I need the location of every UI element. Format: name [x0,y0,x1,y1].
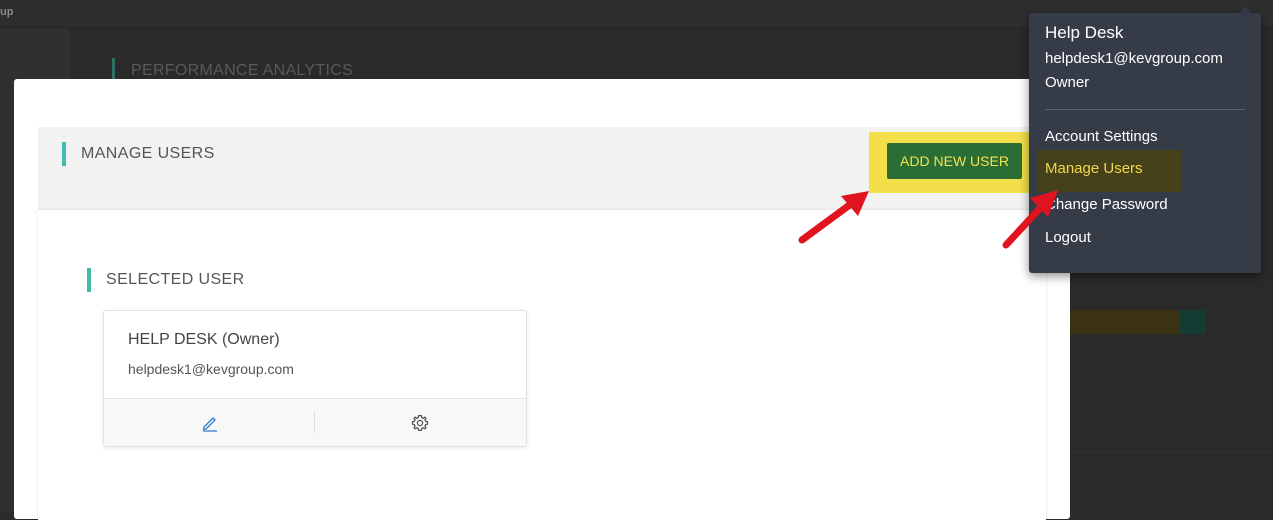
annotation-arrow-manage-users [1002,190,1058,249]
menu-item-account-settings[interactable]: Account Settings [1045,128,1158,145]
selected-user-card: HELP DESK (Owner) helpdesk1@kevgroup.com [103,310,527,447]
menu-user-role: Owner [1045,74,1090,91]
menu-user-name: Help Desk [1045,23,1124,42]
background-app-name: up [0,6,14,18]
menu-user-email: helpdesk1@kevgroup.com [1045,50,1223,67]
menu-separator [1045,109,1245,110]
user-card-name: HELP DESK (Owner) [128,331,280,348]
background-divider [1070,452,1273,453]
selected-user-title: SELECTED USER [87,268,245,292]
background-progress-bar-end [1180,310,1206,334]
add-new-user-button[interactable]: ADD NEW USER [887,143,1022,179]
gear-icon[interactable] [410,413,430,433]
background-section-title: PERFORMANCE ANALYTICS [112,58,353,80]
user-card-actions [104,398,526,446]
edit-icon[interactable] [200,413,220,433]
annotation-arrow-add-user [798,191,869,244]
user-card-email: helpdesk1@kevgroup.com [128,361,294,377]
background-progress-bar [1070,310,1180,334]
user-card-actions-divider [314,411,315,433]
menu-item-manage-users[interactable]: Manage Users [1045,160,1143,177]
manage-users-title: MANAGE USERS [62,142,215,166]
